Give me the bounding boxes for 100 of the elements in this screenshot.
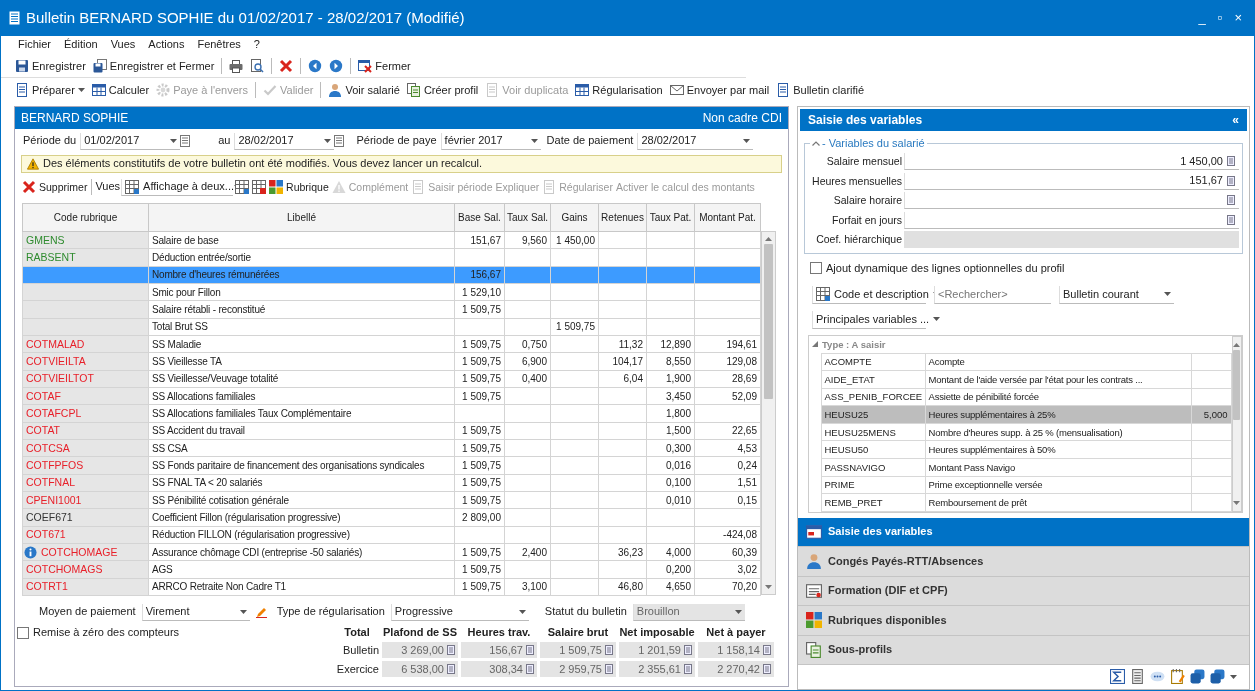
table-row[interactable]: COTVIEILTA SS Vieillesse TA 1 509,75 6,900 104,17 8,550 129,08 <box>22 352 761 371</box>
table-row[interactable]: CPENI1001 SS Pénibilité cotisation générale 1 509,75 0,010 0,15 <box>22 491 761 509</box>
input-field[interactable] <box>904 192 1239 210</box>
column-header[interactable]: Gains <box>550 203 599 232</box>
date-field[interactable]: 01/02/2017 <box>80 132 181 150</box>
table-row[interactable]: HEUSU50 Heures supplémentaires à 50% <box>809 440 1232 459</box>
accordion-tab[interactable]: Saisie des variables <box>798 517 1249 548</box>
window-icon[interactable] <box>1210 669 1225 685</box>
menu-item[interactable]: Fichier <box>12 38 58 52</box>
chevron-icon[interactable] <box>812 141 820 147</box>
scroll-down-icon[interactable] <box>765 585 772 589</box>
menu-item[interactable]: ? <box>247 38 267 52</box>
table-row[interactable]: AIDE_ETAT Montant de l'aide versée par l'état pour les contrats ... <box>809 370 1232 389</box>
table-row[interactable]: PASSNAVIGO Montant Pass Navigo <box>809 458 1232 477</box>
table-row[interactable]: COT671 Réduction FILLON (régularisation progressive) -424,08 <box>22 526 761 544</box>
scrollbar[interactable] <box>1231 335 1242 512</box>
view-select[interactable]: Affichage à deux... <box>121 178 234 196</box>
scroll-down-icon[interactable] <box>1233 500 1241 505</box>
table-row[interactable]: HEUSU25 Heures supplémentaires à 25% 5,000 <box>809 405 1232 424</box>
table-row[interactable]: ACOMPTE Acompte <box>809 353 1232 371</box>
scrollbar[interactable] <box>761 231 776 595</box>
column-header[interactable]: Taux Sal. <box>504 203 551 232</box>
table-row[interactable]: ASS_PENIB_FORCEE Assiette de pénibilité forcée <box>809 388 1232 406</box>
select-field[interactable]: Virement <box>141 603 250 621</box>
table-row[interactable]: COTFPFOS SS Fonds paritaire de financement des organisations syndicales 1 509,75 0,016 0,24 <box>22 456 761 475</box>
table-row[interactable]: COTFNAL SS FNAL TA < 20 salariés 1 509,75 0,100 1,51 <box>22 474 761 492</box>
pencil-icon[interactable] <box>255 606 267 618</box>
toolbar-button[interactable] <box>234 179 251 195</box>
table-row[interactable]: HEUSU25MENS Nombre d'heures supp. à 25 % (mensualisation) <box>809 423 1232 441</box>
expand-icon[interactable] <box>812 341 818 348</box>
table-row[interactable]: Salaire rétabli - reconstitué 1 509,75 <box>22 300 761 319</box>
toolbar-button[interactable]: Régularisation <box>573 82 665 98</box>
input-field[interactable]: 1 450,00 <box>904 153 1239 171</box>
window-icon[interactable] <box>1190 669 1205 685</box>
toolbar-button[interactable]: Créer profil <box>404 82 481 98</box>
accordion-tab[interactable]: Congés Payés-RTT/Absences <box>798 547 1249 577</box>
column-header[interactable]: Base Sal. <box>454 203 505 232</box>
notepad-icon[interactable] <box>1170 669 1185 685</box>
column-header[interactable]: Montant Pat. <box>694 203 761 232</box>
menu-item[interactable]: Édition <box>58 38 105 52</box>
toolbar-button[interactable]: Envoyer par mail <box>667 82 772 98</box>
toolbar-button[interactable]: Bulletin clarifié <box>774 82 867 98</box>
select-field[interactable]: février 2017 <box>440 132 541 150</box>
document-icon[interactable] <box>1130 669 1145 685</box>
input-field[interactable]: 151,67 <box>904 172 1239 190</box>
column-header[interactable]: Taux Pat. <box>646 203 695 232</box>
accordion-tab[interactable]: Rubriques disponibles <box>798 606 1249 636</box>
accordion-tab[interactable]: Formation (DIF et CPF) <box>798 576 1249 607</box>
caret-icon[interactable] <box>1230 674 1237 679</box>
search-field[interactable]: <Rechercher> <box>934 285 1051 304</box>
calendar-icon[interactable] <box>180 135 191 147</box>
table-row[interactable]: COTAFCPL SS Allocations familiales Taux Complémentaire 1,800 <box>22 404 761 423</box>
accordion-tab[interactable]: Sous-profils <box>798 635 1249 666</box>
checkbox[interactable] <box>810 262 822 275</box>
scroll-up-icon[interactable] <box>765 237 772 241</box>
column-header[interactable]: Code rubrique <box>22 203 149 232</box>
table-row[interactable]: COTMALAD SS Maladie 1 509,75 0,750 11,32 12,890 194,61 <box>22 335 761 353</box>
table-row[interactable]: GMENS Salaire de base 151,67 9,560 1 450,00 <box>22 231 761 249</box>
checkbox[interactable] <box>17 626 29 639</box>
input-field[interactable] <box>904 211 1239 229</box>
minimize-button[interactable]: _ <box>1194 10 1210 26</box>
close-button[interactable]: × <box>1230 10 1246 26</box>
toolbar-button[interactable]: Préparer <box>13 82 87 98</box>
calendar-icon[interactable] <box>334 135 345 147</box>
table-row[interactable]: COTCSA SS CSA 1 509,75 0,300 4,53 <box>22 439 761 457</box>
column-header[interactable]: Libellé <box>148 203 455 232</box>
toolbar-button[interactable]: Calculer <box>89 82 152 98</box>
table-row[interactable]: COTCHOMAGE Assurance chômage CDI (entreprise -50 salariés) 1 509,75 2,400 36,23 4,000 60,39 <box>22 543 761 561</box>
column-header[interactable]: Retenues <box>598 203 647 232</box>
table-row[interactable]: REMB_PRET Remboursement de prêt <box>809 493 1232 512</box>
toolbar-button[interactable] <box>251 179 268 195</box>
toolbar-button[interactable]: Rubrique <box>268 179 330 195</box>
toolbar-button[interactable]: Enregistrer et Fermer <box>90 57 217 74</box>
select-field[interactable]: Bulletin courant <box>1059 285 1174 304</box>
menu-item[interactable]: Fenêtres <box>191 38 248 52</box>
table-row[interactable]: COTAF SS Allocations familiales 1 509,75 3,450 52,09 <box>22 387 761 405</box>
table-row[interactable]: COTCHOMAGS AGS 1 509,75 0,200 3,02 <box>22 560 761 579</box>
table-row[interactable]: PRIME Prime exceptionnelle versée <box>809 476 1232 494</box>
scrollbar-thumb[interactable] <box>1233 349 1241 420</box>
toolbar-button[interactable]: Voir salarié <box>326 82 402 98</box>
scrollbar-thumb[interactable] <box>764 244 773 399</box>
table-row[interactable]: RABSENT Déduction entrée/sortie <box>22 248 761 267</box>
toolbar-button[interactable]: Enregistrer <box>13 57 88 74</box>
toolbar-button[interactable] <box>227 57 246 74</box>
select-field[interactable]: Progressive <box>390 603 529 621</box>
table-row[interactable]: Total Brut SS 1 509,75 <box>22 318 761 336</box>
table-row[interactable]: COTVIEILTOT SS Vieillesse/Veuvage totalité 1 509,75 0,400 6,04 1,900 28,69 <box>22 370 761 388</box>
table-row[interactable]: Nombre d'heures rémunérées 156,67 <box>22 266 761 284</box>
sum-icon[interactable] <box>1110 669 1125 685</box>
maximize-button[interactable]: ▫ <box>1213 10 1227 26</box>
select-field[interactable]: 28/02/2017 <box>637 132 754 150</box>
table-row[interactable]: COEF671 Coefficient Fillon (régularisation progressive) 2 809,00 <box>22 508 761 527</box>
toolbar-button[interactable]: Fermer <box>356 57 413 74</box>
menu-item[interactable]: Vues <box>104 38 143 52</box>
table-row[interactable]: COTRT1 ARRCO Retraite Non Cadre T1 1 509,75 3,100 46,80 4,650 70,20 <box>22 578 761 596</box>
toolbar-button[interactable]: Supprimer <box>21 179 89 195</box>
scroll-up-icon[interactable] <box>1233 342 1241 347</box>
table-row[interactable]: Smic pour Fillon 1 529,10 <box>22 283 761 301</box>
table-row[interactable]: COTAT SS Accident du travail 1 509,75 1,500 22,65 <box>22 422 761 440</box>
date-field[interactable]: 28/02/2017 <box>234 132 335 150</box>
